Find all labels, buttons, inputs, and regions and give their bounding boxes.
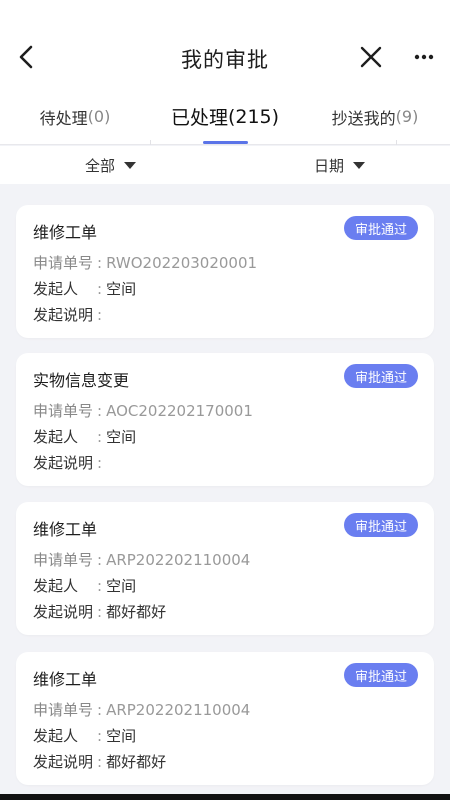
caret-down-icon — [124, 161, 137, 169]
active-tab-indicator — [203, 141, 248, 144]
approval-card[interactable]: 维修工单 审批通过 申请单号: ARP202202110004 发起人: 空间 发起… — [16, 652, 434, 785]
initiator-label: 发起人 — [33, 727, 79, 745]
colon: : — [97, 727, 103, 745]
description-row: 发起说明: — [33, 304, 106, 325]
card-title: 维修工单 — [33, 223, 98, 242]
tab-processed[interactable]: 已处理 (215) — [150, 88, 300, 145]
initiator-value: 空间 — [106, 428, 137, 446]
close-button[interactable] — [356, 42, 386, 72]
more-dots-icon — [414, 54, 434, 60]
colon: : — [97, 428, 103, 446]
order-number-value: AOC202202170001 — [106, 402, 253, 420]
tab-cc-me-label: 抄送我的 — [331, 108, 396, 128]
bottom-edge — [0, 794, 450, 800]
approval-card[interactable]: 维修工单 审批通过 申请单号: ARP202202110004 发起人: 空间 发起… — [16, 502, 434, 635]
initiator-label: 发起人 — [33, 428, 79, 446]
colon: : — [97, 306, 103, 324]
caret-down-icon — [353, 161, 366, 169]
description-value: 都好都好 — [106, 603, 167, 621]
colon: : — [97, 577, 103, 595]
approval-card[interactable]: 实物信息变更 审批通过 申请单号: AOC202202170001 发起人: 空间 … — [16, 353, 434, 486]
order-number-row: 申请单号: AOC202202170001 — [33, 400, 253, 421]
status-badge: 审批通过 — [343, 216, 418, 240]
order-number-label: 申请单号 — [33, 254, 94, 272]
initiator-label: 发起人 — [33, 280, 79, 298]
description-row: 发起说明: 都好都好 — [33, 601, 166, 622]
description-label: 发起说明 — [33, 454, 94, 472]
status-badge: 审批通过 — [343, 364, 418, 388]
approval-screen: 我的审批 待处理 (0) 已处理 (215) 抄送我的 (9) 全部 日期 维修… — [0, 0, 450, 800]
description-label: 发起说明 — [33, 753, 94, 771]
filter-date-dropdown[interactable]: 日期 — [314, 146, 366, 184]
filter-bar: 全部 日期 — [0, 146, 450, 184]
card-title: 实物信息变更 — [33, 371, 130, 390]
colon: : — [97, 254, 103, 272]
tab-divider — [396, 140, 397, 145]
colon: : — [97, 551, 103, 569]
initiator-value: 空间 — [106, 280, 137, 298]
status-badge: 审批通过 — [343, 663, 418, 687]
tab-processed-count: (215) — [227, 105, 280, 128]
nav-bar: 我的审批 — [0, 0, 450, 88]
card-title: 维修工单 — [33, 520, 98, 539]
order-number-value: ARP202202110004 — [106, 551, 251, 569]
order-number-label: 申请单号 — [33, 402, 94, 420]
description-label: 发起说明 — [33, 306, 94, 324]
tab-cc-me-count: (9) — [395, 107, 419, 126]
colon: : — [97, 603, 103, 621]
initiator-label: 发起人 — [33, 577, 79, 595]
close-icon — [360, 46, 382, 68]
tab-pending-label: 待处理 — [39, 108, 88, 128]
colon: : — [97, 753, 103, 771]
description-value: 都好都好 — [106, 753, 167, 771]
order-number-row: 申请单号: ARP202202110004 — [33, 699, 250, 720]
colon: : — [97, 280, 103, 298]
description-label: 发起说明 — [33, 603, 94, 621]
order-number-value: RWO202203020001 — [106, 254, 258, 272]
description-row: 发起说明: — [33, 452, 106, 473]
filter-all-dropdown[interactable]: 全部 — [85, 146, 137, 184]
card-title: 维修工单 — [33, 670, 98, 689]
tab-pending-count: (0) — [87, 107, 111, 126]
order-number-row: 申请单号: RWO202203020001 — [33, 252, 257, 273]
initiator-row: 发起人: 空间 — [33, 278, 136, 299]
status-tabs: 待处理 (0) 已处理 (215) 抄送我的 (9) — [0, 88, 450, 145]
more-button[interactable] — [410, 42, 438, 72]
initiator-value: 空间 — [106, 577, 137, 595]
order-number-label: 申请单号 — [33, 551, 94, 569]
tab-processed-label: 已处理 — [170, 107, 228, 129]
filter-date-label: 日期 — [314, 156, 345, 175]
tab-pending[interactable]: 待处理 (0) — [0, 88, 150, 145]
colon: : — [97, 454, 103, 472]
tab-divider — [150, 140, 151, 145]
initiator-value: 空间 — [106, 727, 137, 745]
colon: : — [97, 402, 103, 420]
tab-cc-me[interactable]: 抄送我的 (9) — [300, 88, 450, 145]
initiator-row: 发起人: 空间 — [33, 725, 136, 746]
initiator-row: 发起人: 空间 — [33, 575, 136, 596]
description-row: 发起说明: 都好都好 — [33, 751, 166, 772]
initiator-row: 发起人: 空间 — [33, 426, 136, 447]
filter-all-label: 全部 — [85, 156, 116, 175]
colon: : — [97, 701, 103, 719]
status-badge: 审批通过 — [343, 513, 418, 537]
order-number-value: ARP202202110004 — [106, 701, 251, 719]
approval-card[interactable]: 维修工单 审批通过 申请单号: RWO202203020001 发起人: 空间 发起… — [16, 205, 434, 338]
order-number-label: 申请单号 — [33, 701, 94, 719]
order-number-row: 申请单号: ARP202202110004 — [33, 549, 250, 570]
